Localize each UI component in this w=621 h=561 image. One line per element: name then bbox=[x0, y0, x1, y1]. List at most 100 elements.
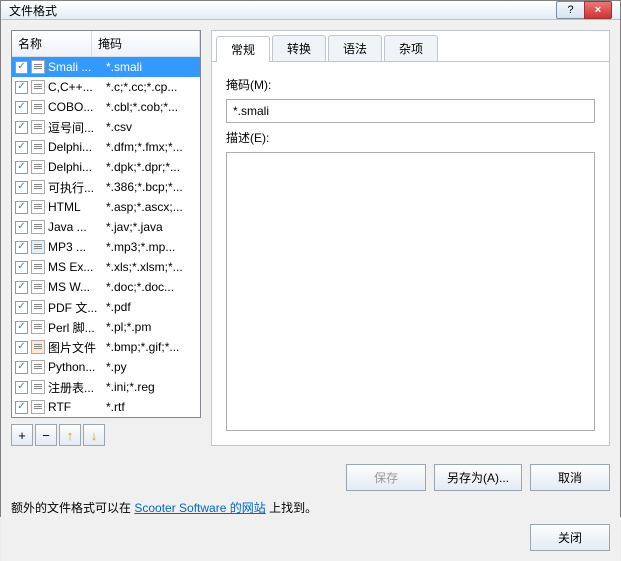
row-name: COBO... bbox=[48, 100, 106, 114]
row-checkbox[interactable] bbox=[15, 361, 28, 374]
help-button[interactable]: ? bbox=[556, 1, 584, 19]
list-row[interactable]: 逗号间...*.csv bbox=[12, 117, 200, 137]
file-icon bbox=[31, 340, 45, 354]
row-mask: *.pl;*.pm bbox=[106, 320, 197, 334]
list-row[interactable]: Perl 脚...*.pl;*.pm bbox=[12, 317, 200, 337]
tab-general[interactable]: 常规 bbox=[216, 36, 270, 62]
list-row[interactable]: MS W...*.doc;*.doc... bbox=[12, 277, 200, 297]
list-row[interactable]: Smali ...*.smali bbox=[12, 57, 200, 77]
close-row: 关闭 bbox=[11, 524, 610, 551]
titlebar-buttons: ? × bbox=[556, 1, 612, 19]
header-name[interactable]: 名称 bbox=[12, 31, 92, 56]
row-checkbox[interactable] bbox=[15, 401, 28, 414]
row-checkbox[interactable] bbox=[15, 61, 28, 74]
row-mask: *.pdf bbox=[106, 300, 197, 314]
file-icon bbox=[31, 280, 45, 294]
file-icon bbox=[31, 320, 45, 334]
list-row[interactable]: RTF*.rtf bbox=[12, 397, 200, 417]
header-mask[interactable]: 掩码 bbox=[92, 31, 200, 56]
right-panel: 常规 转换 语法 杂项 掩码(M): 描述(E): bbox=[211, 30, 610, 446]
remove-button[interactable]: − bbox=[35, 424, 57, 446]
row-name: MS Ex... bbox=[48, 260, 106, 274]
mask-label: 掩码(M): bbox=[226, 76, 595, 93]
row-name: HTML bbox=[48, 200, 106, 214]
dialog-window: 文件格式 ? × 名称 掩码 Smali ...*.smaliC,C++...*… bbox=[0, 0, 621, 517]
row-mask: *.mp3;*.mp... bbox=[106, 240, 197, 254]
save-button[interactable]: 保存 bbox=[346, 464, 426, 491]
left-panel: 名称 掩码 Smali ...*.smaliC,C++...*.c;*.cc;*… bbox=[11, 30, 201, 446]
cancel-button[interactable]: 取消 bbox=[530, 464, 610, 491]
save-as-button[interactable]: 另存为(A)... bbox=[434, 464, 522, 491]
file-icon bbox=[31, 300, 45, 314]
tab-convert[interactable]: 转换 bbox=[272, 35, 326, 61]
row-checkbox[interactable] bbox=[15, 181, 28, 194]
row-checkbox[interactable] bbox=[15, 201, 28, 214]
row-checkbox[interactable] bbox=[15, 221, 28, 234]
file-icon bbox=[31, 160, 45, 174]
scooter-link[interactable]: Scooter Software 的网站 bbox=[134, 501, 265, 515]
file-icon bbox=[31, 380, 45, 394]
row-mask: *.ini;*.reg bbox=[106, 380, 197, 394]
row-mask: *.py bbox=[106, 360, 197, 374]
row-name: MP3 ... bbox=[48, 240, 106, 254]
list-row[interactable]: Python...*.py bbox=[12, 357, 200, 377]
format-list[interactable]: 名称 掩码 Smali ...*.smaliC,C++...*.c;*.cc;*… bbox=[11, 30, 201, 418]
list-row[interactable]: 注册表...*.ini;*.reg bbox=[12, 377, 200, 397]
row-checkbox[interactable] bbox=[15, 161, 28, 174]
list-row[interactable]: MS Ex...*.xls;*.xlsm;*... bbox=[12, 257, 200, 277]
list-row[interactable]: 图片文件*.bmp;*.gif;*... bbox=[12, 337, 200, 357]
move-down-button[interactable]: ↓ bbox=[83, 424, 105, 446]
row-mask: *.bmp;*.gif;*... bbox=[106, 340, 197, 354]
close-window-button[interactable]: × bbox=[584, 1, 612, 19]
move-up-button[interactable]: ↑ bbox=[59, 424, 81, 446]
desc-label: 描述(E): bbox=[226, 129, 595, 146]
row-mask: *.jav;*.java bbox=[106, 220, 197, 234]
list-row[interactable]: C,C++...*.c;*.cc;*.cp... bbox=[12, 77, 200, 97]
list-row[interactable]: 可执行...*.386;*.bcp;*... bbox=[12, 177, 200, 197]
row-checkbox[interactable] bbox=[15, 341, 28, 354]
row-checkbox[interactable] bbox=[15, 301, 28, 314]
close-button[interactable]: 关闭 bbox=[530, 524, 610, 551]
file-icon bbox=[31, 60, 45, 74]
row-checkbox[interactable] bbox=[15, 101, 28, 114]
list-row[interactable]: Java ...*.jav;*.java bbox=[12, 217, 200, 237]
row-checkbox[interactable] bbox=[15, 121, 28, 134]
row-name: 可执行... bbox=[48, 179, 106, 196]
row-checkbox[interactable] bbox=[15, 381, 28, 394]
list-row[interactable]: PDF 文...*.pdf bbox=[12, 297, 200, 317]
add-button[interactable]: + bbox=[11, 424, 33, 446]
row-mask: *.xls;*.xlsm;*... bbox=[106, 260, 197, 274]
list-header: 名称 掩码 bbox=[12, 31, 200, 57]
row-checkbox[interactable] bbox=[15, 241, 28, 254]
tab-strip: 常规 转换 语法 杂项 bbox=[212, 31, 609, 62]
desc-textarea[interactable] bbox=[226, 152, 595, 431]
tab-misc[interactable]: 杂项 bbox=[384, 35, 438, 61]
row-mask: *.dpk;*.dpr;*... bbox=[106, 160, 197, 174]
row-name: Smali ... bbox=[48, 60, 106, 74]
row-name: 注册表... bbox=[48, 379, 106, 396]
dialog-body: 名称 掩码 Smali ...*.smaliC,C++...*.c;*.cc;*… bbox=[1, 20, 620, 456]
row-checkbox[interactable] bbox=[15, 321, 28, 334]
file-icon bbox=[31, 360, 45, 374]
mask-input[interactable] bbox=[226, 99, 595, 123]
file-icon bbox=[31, 120, 45, 134]
titlebar: 文件格式 ? × bbox=[1, 1, 620, 20]
file-icon bbox=[31, 220, 45, 234]
file-icon bbox=[31, 100, 45, 114]
row-checkbox[interactable] bbox=[15, 141, 28, 154]
row-checkbox[interactable] bbox=[15, 81, 28, 94]
tab-syntax[interactable]: 语法 bbox=[328, 35, 382, 61]
row-name: C,C++... bbox=[48, 80, 106, 94]
list-row[interactable]: COBO...*.cbl;*.cob;*... bbox=[12, 97, 200, 117]
list-row[interactable]: Delphi...*.dfm;*.fmx;*... bbox=[12, 137, 200, 157]
row-checkbox[interactable] bbox=[15, 261, 28, 274]
list-row[interactable]: HTML*.asp;*.ascx;... bbox=[12, 197, 200, 217]
window-title: 文件格式 bbox=[9, 2, 556, 19]
row-mask: *.smali bbox=[106, 60, 197, 74]
list-row[interactable]: Delphi...*.dpk;*.dpr;*... bbox=[12, 157, 200, 177]
row-checkbox[interactable] bbox=[15, 281, 28, 294]
row-name: Delphi... bbox=[48, 140, 106, 154]
row-name: 逗号间... bbox=[48, 119, 106, 136]
row-mask: *.cbl;*.cob;*... bbox=[106, 100, 197, 114]
list-row[interactable]: MP3 ...*.mp3;*.mp... bbox=[12, 237, 200, 257]
